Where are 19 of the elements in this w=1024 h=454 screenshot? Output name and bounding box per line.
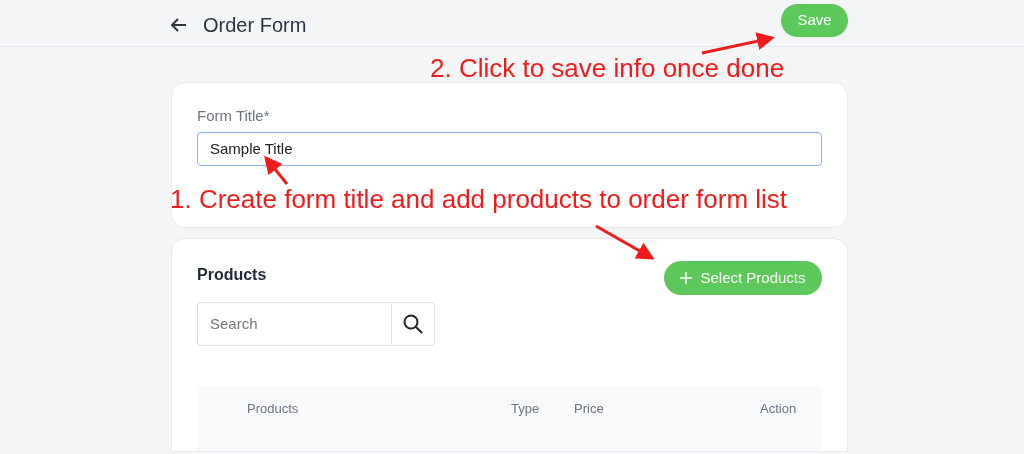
field-label: Form Title*	[197, 106, 271, 126]
title-input-field[interactable]: Sample Title	[197, 131, 822, 166]
select-products-button[interactable]: Select Products	[664, 261, 822, 295]
annotation-text: 2. Click to save info once done	[430, 55, 785, 83]
column-header: Price	[574, 400, 604, 418]
annotation-arrow	[264, 155, 289, 185]
page-title: Order Form	[203, 13, 307, 38]
column-header: Products	[247, 400, 299, 418]
column-header: Type	[511, 400, 540, 418]
annotation-arrow	[595, 224, 655, 260]
column-header: Action	[760, 400, 797, 418]
search-button[interactable]	[391, 302, 435, 346]
plus-icon	[680, 272, 693, 284]
search-field[interactable]: Search	[197, 302, 391, 346]
save-button[interactable]: Save	[781, 4, 848, 37]
back-arrow-icon[interactable]	[171, 18, 187, 32]
annotation-text: 1. Create form title and add products to order form list	[170, 186, 788, 214]
section-title: Products	[197, 265, 267, 285]
search-icon	[403, 314, 423, 334]
